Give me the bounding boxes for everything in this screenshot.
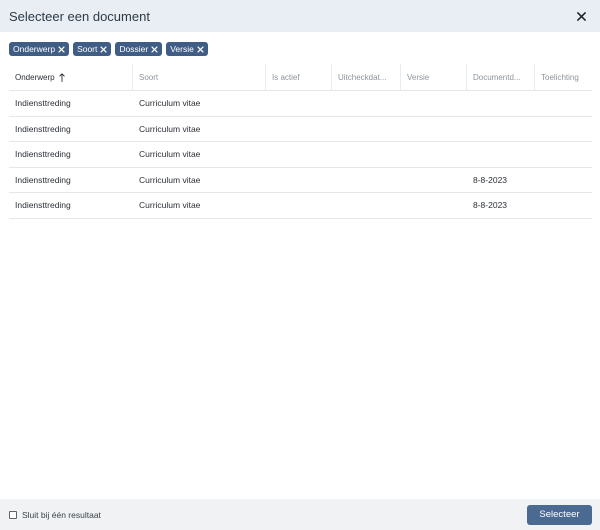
column-header-label: Onderwerp [15, 72, 55, 82]
table-cell: Indiensttreding [15, 200, 71, 211]
dialog-title: Selecteer een document [9, 8, 150, 24]
filter-chip-label: Versie [170, 44, 194, 54]
close-icon [197, 45, 204, 53]
column-header-uitcheckdatum[interactable]: Uitcheckdat... [332, 64, 401, 90]
column-header-versie[interactable]: Versie [401, 64, 467, 90]
column-header-label: Toelichting [541, 72, 579, 82]
filter-chip-label: Dossier [119, 44, 149, 54]
close-icon [576, 11, 586, 21]
table-cell: Indiensttreding [15, 123, 71, 134]
dialog-header: Selecteer een document [0, 0, 600, 32]
close-icon [100, 45, 107, 53]
table-cell: Indiensttreding [15, 98, 71, 109]
close-on-single-result-checkbox[interactable] [9, 510, 17, 519]
column-header-label: Documentd... [473, 72, 521, 82]
filter-chip-label: Onderwerp [13, 44, 56, 54]
table-cell: Indiensttreding [15, 174, 71, 185]
documents-table: Onderwerp Soort Is actief Uitcheckdat...… [9, 64, 592, 219]
table-cell: Curriculum vitae [139, 149, 201, 160]
filter-chip-versie: Versie [166, 42, 208, 56]
table-row[interactable]: Indiensttreding Curriculum vitae [9, 142, 592, 168]
table-cell: Curriculum vitae [139, 174, 201, 185]
column-header-label: Versie [407, 72, 430, 82]
column-header-toelichting[interactable]: Toelichting [535, 64, 592, 90]
table-cell: 8-8-2023 [473, 200, 508, 211]
table-cell: Curriculum vitae [139, 123, 201, 134]
checkbox-label: Sluit bij één resultaat [22, 509, 101, 520]
column-header-is-actief[interactable]: Is actief [266, 64, 332, 90]
remove-filter-button[interactable] [197, 45, 204, 53]
column-header-label: Soort [139, 72, 159, 82]
filter-chip-onderwerp: Onderwerp [9, 42, 70, 56]
table-row[interactable]: Indiensttreding Curriculum vitae [9, 117, 592, 142]
column-header-soort[interactable]: Soort [133, 64, 266, 90]
table-cell: Curriculum vitae [139, 98, 201, 109]
table-row[interactable]: Indiensttreding Curriculum vitae 8-8-202… [9, 168, 592, 193]
close-button[interactable] [574, 9, 588, 23]
column-header-label: Uitcheckdat... [338, 72, 387, 82]
column-header-documentdatum[interactable]: Documentd... [467, 64, 535, 90]
filter-chip-dossier: Dossier [115, 42, 163, 56]
close-icon [151, 45, 158, 53]
close-icon [58, 45, 65, 53]
remove-filter-button[interactable] [58, 45, 65, 53]
select-document-dialog: Selecteer een document Onderwerp Soort D… [0, 0, 600, 530]
table-cell: Curriculum vitae [139, 200, 201, 211]
remove-filter-button[interactable] [100, 45, 107, 53]
select-button[interactable]: Selecteer [527, 504, 592, 525]
filter-chip-label: Soort [77, 44, 98, 54]
dialog-footer: Sluit bij één resultaat Selecteer [0, 499, 600, 530]
remove-filter-button[interactable] [151, 45, 158, 53]
column-header-onderwerp[interactable]: Onderwerp [9, 64, 133, 90]
close-on-single-result-toggle[interactable]: Sluit bij één resultaat [9, 510, 527, 520]
table-row[interactable]: Indiensttreding Curriculum vitae [9, 91, 592, 117]
filter-chip-soort: Soort [73, 42, 112, 56]
table-cell: 8-8-2023 [473, 174, 508, 185]
table-row[interactable]: Indiensttreding Curriculum vitae 8-8-202… [9, 193, 592, 219]
table-cell: Indiensttreding [15, 149, 71, 160]
arrow-up-icon [58, 72, 65, 82]
active-filters: Onderwerp Soort Dossier Versie [9, 42, 208, 56]
column-header-label: Is actief [272, 72, 300, 82]
table-header: Onderwerp Soort Is actief Uitcheckdat...… [9, 64, 592, 91]
